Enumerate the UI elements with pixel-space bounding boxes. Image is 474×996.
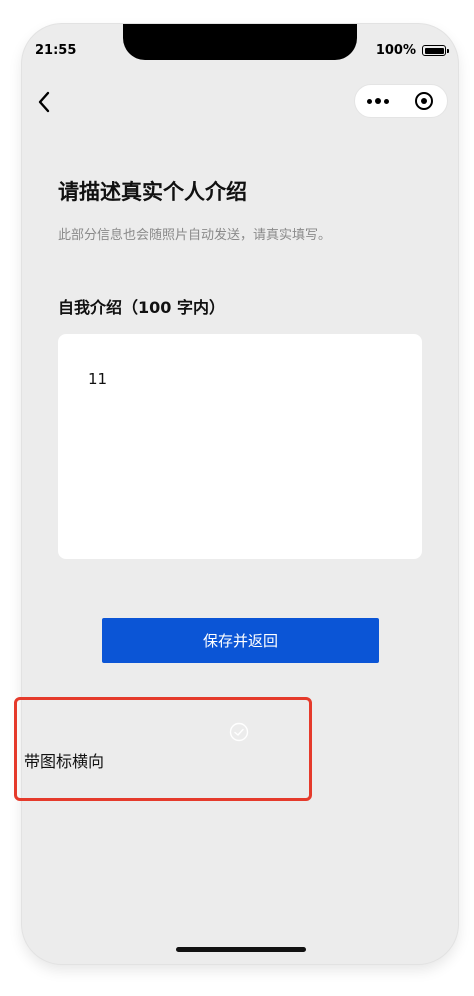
more-button[interactable]: [355, 85, 401, 117]
status-indicators: 100%: [375, 43, 449, 58]
back-button[interactable]: [30, 88, 58, 116]
home-indicator: [176, 947, 306, 952]
intro-textarea[interactable]: 11: [58, 334, 422, 559]
phone-frame: 21:55 100% 请描述真实个人介绍 此部分信息也会随照片自动发送，请真实填…: [22, 24, 458, 964]
more-dots-icon: [367, 98, 389, 104]
chevron-left-icon: [38, 91, 50, 113]
page-title: 请描述真实个人介绍: [58, 180, 247, 204]
status-time: 21:55: [35, 43, 77, 58]
annotation-label: 带图标横向: [24, 752, 105, 771]
intro-textarea-value: 11: [88, 370, 108, 388]
battery-percent: 100%: [375, 43, 416, 58]
check-circle-icon: [229, 722, 249, 742]
intro-label: 自我介绍（100 字内）: [58, 298, 225, 317]
battery-icon: [422, 45, 449, 56]
page-subtitle: 此部分信息也会随照片自动发送，请真实填写。: [58, 228, 332, 243]
close-button[interactable]: [401, 85, 447, 117]
save-and-return-button[interactable]: 保存并返回: [102, 618, 379, 663]
notch: [123, 24, 357, 60]
target-circle-icon: [415, 92, 433, 110]
mini-program-capsule: [354, 84, 448, 118]
